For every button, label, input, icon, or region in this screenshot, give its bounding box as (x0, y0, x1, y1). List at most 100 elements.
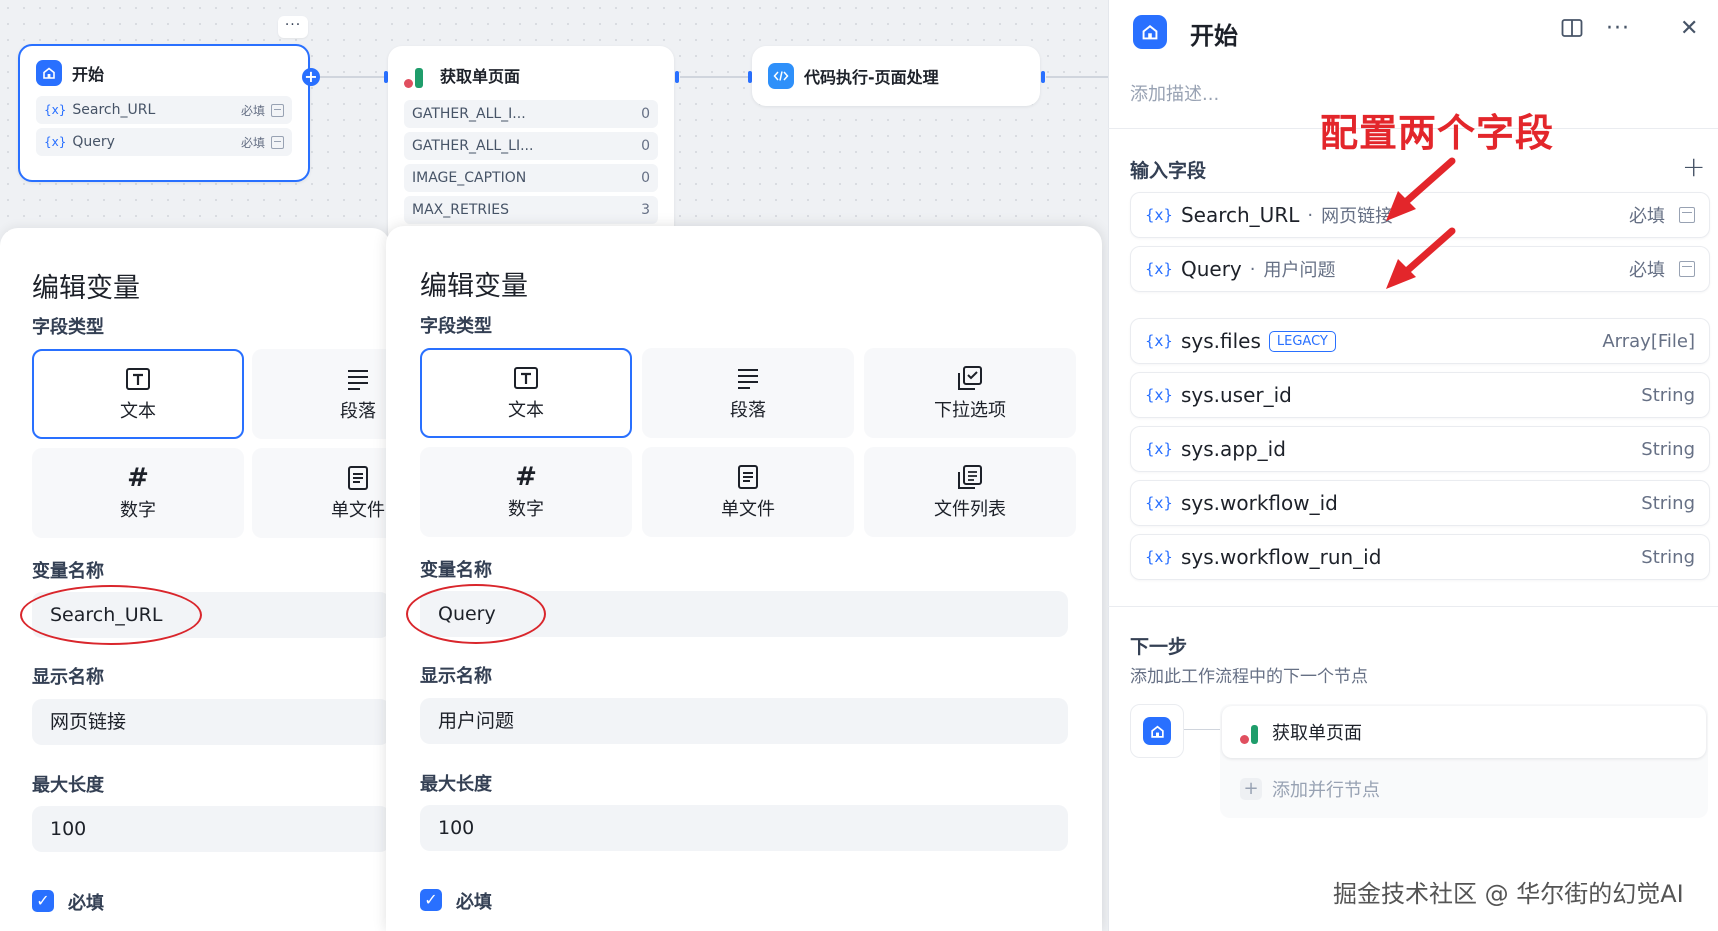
sys-var-name: sys.app_id (1180, 437, 1286, 461)
max-length-input[interactable]: 100 (32, 806, 390, 852)
edge (680, 76, 750, 78)
start-node[interactable]: 开始 {x} Search_URL 必填 {x} Query 必填 (18, 44, 310, 182)
sys-var-name: sys.workflow_id (1180, 491, 1338, 515)
max-length-input[interactable]: 100 (420, 805, 1068, 851)
paragraph-icon (346, 365, 370, 393)
fetch-page-node[interactable]: 获取单页面 GATHER_ALL_I... 0 GATHER_ALL_LI...… (388, 46, 674, 246)
separator: · (1249, 258, 1256, 280)
param-name: IMAGE_CAPTION (412, 170, 527, 186)
edit-variable-dialog-left: 编辑变量 字段类型 文本 段落 # 数字 单文件 变量名称 Search_URL… (0, 228, 464, 931)
next-node-card[interactable]: 获取单页面 (1222, 706, 1706, 758)
more-icon[interactable]: ··· (1606, 16, 1630, 41)
start-node-var-row[interactable]: {x} Search_URL 必填 (36, 96, 292, 124)
sys-var-name: sys.files (1180, 329, 1261, 353)
type-text-option[interactable]: 文本 (420, 348, 632, 438)
variable-icon: {x} (1145, 440, 1173, 458)
add-field-button[interactable]: + (1682, 150, 1705, 183)
param-row: IMAGE_CAPTION 0 (404, 164, 658, 192)
annotation-arrows (1386, 157, 1456, 289)
variable-icon: {x} (1145, 206, 1173, 224)
panel-title: 开始 (1190, 22, 1238, 50)
highlight-ellipse (20, 585, 202, 645)
required-tag: 必填 (240, 135, 265, 150)
type-number-option[interactable]: # 数字 (420, 447, 632, 537)
sys-var-type: String (1641, 492, 1695, 514)
max-length-label: 最大长度 (32, 775, 104, 796)
text-type-icon (271, 103, 284, 117)
add-parallel-label: 添加并行节点 (1272, 780, 1380, 801)
split-view-icon[interactable] (1561, 18, 1583, 44)
next-step-label: 下一步 (1130, 636, 1188, 658)
type-label: 下拉选项 (934, 400, 1006, 421)
type-file-list-option[interactable]: 文件列表 (864, 447, 1076, 537)
hash-icon: # (515, 462, 537, 492)
sys-var-type: String (1641, 438, 1695, 460)
add-next-node-icon[interactable]: + (302, 68, 320, 86)
sys-var-row: {x} sys.app_id String (1130, 426, 1710, 472)
type-label: 段落 (340, 401, 376, 422)
variable-icon: {x} (1145, 494, 1173, 512)
node-output-port[interactable] (675, 71, 679, 83)
required-checkbox[interactable]: ✓ (32, 890, 54, 912)
next-step-description: 添加此工作流程中的下一个节点 (1130, 667, 1368, 687)
add-parallel-node-button[interactable]: + 添加并行节点 (1240, 776, 1380, 802)
text-type-icon (1679, 207, 1695, 223)
param-row: GATHER_ALL_I... 0 (404, 100, 658, 128)
display-name-input[interactable]: 网页链接 (32, 699, 390, 745)
param-name: MAX_RETRIES (412, 202, 509, 218)
required-checkbox[interactable]: ✓ (420, 889, 442, 911)
sys-var-name: sys.workflow_run_id (1180, 545, 1382, 569)
variable-icon: {x} (44, 103, 67, 117)
display-name-label: 显示名称 (32, 667, 104, 688)
edge (320, 76, 386, 78)
highlight-ellipse (406, 584, 546, 644)
field-type-label: 字段类型 (420, 316, 492, 337)
field-display-name: 用户问题 (1263, 260, 1336, 281)
sys-var-type: String (1641, 384, 1695, 406)
type-label: 数字 (120, 500, 156, 521)
type-single-file-option[interactable]: 单文件 (642, 447, 854, 537)
type-label: 数字 (508, 499, 544, 520)
start-node-title: 开始 (72, 65, 105, 84)
edit-variable-dialog-right: 编辑变量 字段类型 文本 段落 下拉选项 # 数字 单文件 文件列表 变量名称 … (386, 226, 1102, 931)
close-icon[interactable]: ✕ (1680, 16, 1698, 41)
start-node-var-row[interactable]: {x} Query 必填 (36, 128, 292, 156)
field-name: Search_URL (1180, 203, 1300, 227)
text-type-icon (125, 365, 151, 393)
node-more-button[interactable]: ··· (278, 16, 308, 38)
node-output-port[interactable] (1041, 71, 1045, 83)
param-name: GATHER_ALL_LI... (412, 138, 534, 154)
required-tag: 必填 (240, 103, 265, 118)
type-label: 段落 (730, 400, 766, 421)
description-input[interactable]: 添加描述... (1130, 80, 1219, 106)
edge (1046, 76, 1108, 78)
code-exec-node[interactable]: 代码执行-页面处理 (752, 46, 1040, 106)
required-label: 必填 (456, 892, 492, 913)
variable-icon: {x} (1145, 260, 1173, 278)
code-icon (768, 63, 794, 89)
sys-var-row: {x} sys.user_id String (1130, 372, 1710, 418)
param-value: 0 (641, 138, 650, 154)
file-icon (347, 464, 369, 492)
sys-var-name: sys.user_id (1180, 383, 1292, 407)
type-text-option[interactable]: 文本 (32, 349, 244, 439)
type-label: 文件列表 (934, 499, 1006, 520)
param-value: 3 (641, 202, 650, 218)
param-value: 0 (641, 170, 650, 186)
type-label: 文本 (508, 400, 544, 421)
code-node-title: 代码执行-页面处理 (804, 68, 939, 87)
text-type-icon (1679, 261, 1695, 277)
fetch-node-title: 获取单页面 (440, 67, 521, 86)
current-node-chip (1130, 704, 1184, 758)
next-node-title: 获取单页面 (1272, 723, 1362, 744)
type-label: 单文件 (331, 500, 385, 521)
param-row: MAX_RETRIES 3 (404, 196, 658, 224)
input-fields-label: 输入字段 (1130, 160, 1207, 182)
display-name-input[interactable]: 用户问题 (420, 698, 1068, 744)
type-number-option[interactable]: # 数字 (32, 448, 244, 538)
type-select-option[interactable]: 下拉选项 (864, 348, 1076, 438)
type-paragraph-option[interactable]: 段落 (642, 348, 854, 438)
sys-var-row: {x} sys.files LEGACY Array[File] (1130, 318, 1710, 364)
max-length-label: 最大长度 (420, 774, 492, 795)
required-label: 必填 (68, 893, 104, 914)
